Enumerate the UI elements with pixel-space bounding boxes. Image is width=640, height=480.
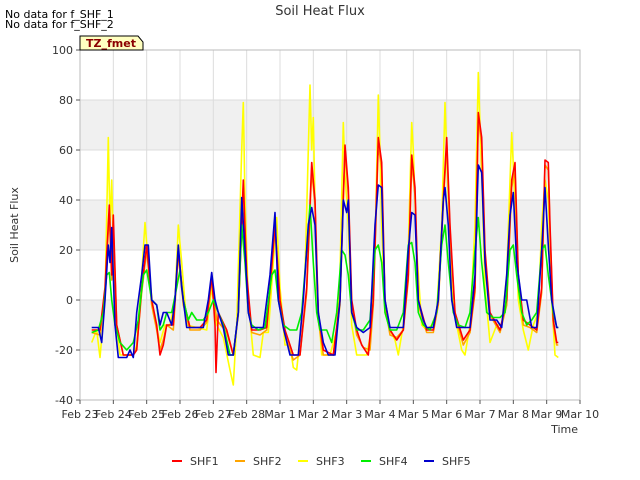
x-tick-label: Feb 25 xyxy=(128,408,165,421)
y-tick-label: 80 xyxy=(59,94,73,107)
y-tick-label: 40 xyxy=(59,194,73,207)
x-tick-label: Mar 2 xyxy=(298,408,329,421)
x-axis: Feb 23Feb 24Feb 25Feb 26Feb 27Feb 28 Mar … xyxy=(62,400,599,421)
band xyxy=(80,100,580,150)
x-axis-label: Time xyxy=(550,423,578,436)
legend: SHF1 SHF2 SHF3 SHF4 SHF5 xyxy=(172,455,471,468)
y-tick-label: 100 xyxy=(52,44,73,57)
y-tick-label: 20 xyxy=(59,244,73,257)
y-tick-label: -40 xyxy=(55,394,73,407)
x-tick-label: Feb 24 xyxy=(95,408,132,421)
x-tick-label: Mar 6 xyxy=(431,408,462,421)
band xyxy=(80,200,580,250)
y-tick-label: -20 xyxy=(55,344,73,357)
chart-title: Soil Heat Flux xyxy=(275,4,365,19)
x-tick-label: Feb 27 xyxy=(195,408,232,421)
x-tick-label: Feb 26 xyxy=(162,408,199,421)
legend-label-shf3: SHF3 xyxy=(316,455,345,468)
y-axis-label: Soil Heat Flux xyxy=(8,187,21,263)
chart-stage: No data for f_SHF_1 No data for f_SHF_2 … xyxy=(0,0,640,480)
tag-box: TZ_fmet xyxy=(79,35,144,51)
soil-heat-flux-chart: -40-20020406080100 Feb 23Feb 24Feb 25Feb… xyxy=(8,4,599,468)
y-tick-label: 0 xyxy=(66,294,73,307)
y-axis: -40 -20 0 20 40 60 80 100 xyxy=(52,44,80,407)
legend-label-shf5: SHF5 xyxy=(442,455,471,468)
legend-label-shf4: SHF4 xyxy=(379,455,408,468)
x-tick-label: Mar 1 xyxy=(264,408,295,421)
x-tick-label: Mar 3 xyxy=(331,408,362,421)
x-tick-label: Mar 5 xyxy=(398,408,429,421)
legend-label-shf1: SHF1 xyxy=(190,455,219,468)
x-tick-label: Mar 9 xyxy=(531,408,562,421)
x-tick-label: Mar 7 xyxy=(464,408,495,421)
y-tick-label: 60 xyxy=(59,144,73,157)
x-tick-label: Feb 28 xyxy=(228,408,265,421)
tag-label: TZ_fmet xyxy=(86,37,136,50)
x-tick-label: Mar 4 xyxy=(364,408,395,421)
x-tick-label: Mar 10 xyxy=(561,408,599,421)
x-tick-label: Mar 8 xyxy=(498,408,529,421)
x-tick-label: Feb 23 xyxy=(62,408,99,421)
legend-label-shf2: SHF2 xyxy=(253,455,282,468)
